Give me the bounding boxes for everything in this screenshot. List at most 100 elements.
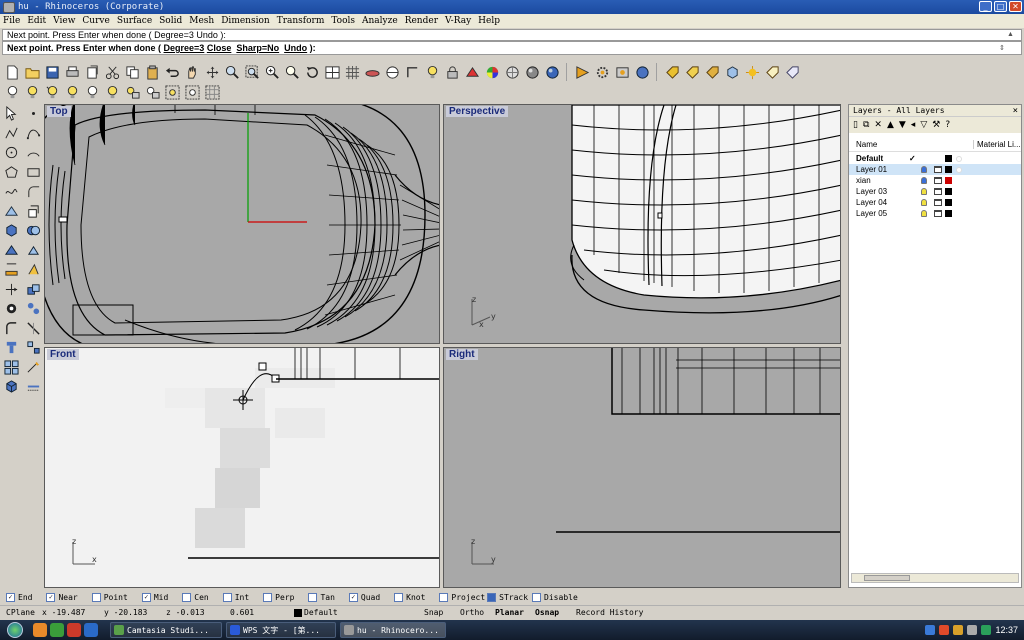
menu-vray[interactable]: V-Ray — [445, 16, 471, 26]
clock[interactable]: 12:37 — [995, 625, 1018, 635]
layer-row[interactable]: Default ✓ — [849, 153, 1021, 164]
osnap-strack[interactable]: STrack — [487, 593, 528, 602]
layer-color-swatch[interactable] — [945, 177, 952, 184]
help-tag-icon[interactable] — [783, 63, 802, 82]
vray-frame-buffer-icon[interactable] — [613, 63, 632, 82]
render-sphere-icon[interactable] — [503, 63, 522, 82]
cplane-icon[interactable] — [383, 63, 402, 82]
box-solid-icon[interactable] — [0, 221, 22, 240]
move-up-icon[interactable]: ▲ — [887, 120, 894, 130]
move-down-icon[interactable]: ▼ — [899, 120, 906, 130]
color-wheel-icon[interactable] — [483, 63, 502, 82]
light-icon[interactable] — [423, 63, 442, 82]
checkbox[interactable]: ✓ — [6, 593, 15, 602]
option-degree[interactable]: Degree=3 — [164, 43, 205, 53]
join-icon[interactable] — [0, 338, 22, 357]
osnap-mid[interactable]: ✓ Mid — [141, 593, 168, 602]
checkbox[interactable] — [91, 593, 101, 602]
select-car-icon[interactable] — [363, 63, 382, 82]
directional-light-icon[interactable] — [63, 83, 82, 102]
layer-lock-icon[interactable] — [934, 210, 942, 217]
layer-visibility-bulb-icon[interactable] — [921, 199, 927, 206]
tools-icon[interactable]: ⚒ — [932, 120, 940, 130]
circle-icon[interactable] — [0, 143, 22, 162]
osnap-perp[interactable]: Perp — [263, 593, 294, 602]
four-viewports-icon[interactable] — [323, 63, 342, 82]
box-blue-icon[interactable] — [723, 63, 742, 82]
tag-white-icon[interactable] — [763, 63, 782, 82]
layer-visibility-bulb-icon[interactable] — [921, 210, 927, 217]
explode-icon[interactable] — [22, 338, 44, 357]
command-prompt[interactable]: Next point. Press Enter when done ( Degr… — [2, 41, 1022, 55]
status-record-history[interactable]: Record History — [576, 608, 643, 617]
zoom-window-icon[interactable] — [243, 63, 262, 82]
quicklaunch-icon[interactable] — [50, 623, 64, 637]
layers-horizontal-scrollbar[interactable] — [851, 573, 1019, 583]
print-icon[interactable] — [63, 63, 82, 82]
column-name[interactable]: Name — [856, 140, 877, 149]
copy-props-icon[interactable] — [83, 63, 102, 82]
viewport-label-front[interactable]: Front — [47, 349, 79, 360]
copy-icon[interactable] — [123, 63, 142, 82]
osnap-int[interactable]: Int — [222, 593, 249, 602]
layer-lock-icon[interactable] — [934, 199, 942, 206]
menu-analyze[interactable]: Analyze — [362, 16, 398, 26]
osnap-disable[interactable]: Disable — [532, 593, 578, 602]
cube-3d-icon[interactable] — [0, 377, 22, 396]
rotate-view-icon[interactable] — [203, 63, 222, 82]
lights-off-icon[interactable] — [83, 83, 102, 102]
light-grid-icon[interactable] — [203, 83, 222, 102]
polyline-icon[interactable] — [0, 124, 22, 143]
spotlight-icon[interactable] — [23, 83, 42, 102]
task-wps[interactable]: WPS 文字 - [第... — [226, 622, 336, 638]
checkbox[interactable] — [487, 593, 497, 602]
layer-color-swatch[interactable] — [945, 155, 952, 162]
menu-file[interactable]: File — [3, 16, 20, 26]
viewport-front[interactable]: Front z x — [44, 347, 440, 588]
menu-solid[interactable]: Solid — [159, 16, 182, 26]
light-lock-icon[interactable] — [123, 83, 142, 102]
help-icon[interactable]: ? — [945, 120, 950, 130]
freeform-icon[interactable] — [0, 182, 22, 201]
osnap-cen[interactable]: Cen — [182, 593, 209, 602]
move-icon[interactable] — [0, 280, 22, 299]
text-object-icon[interactable] — [22, 260, 44, 279]
copy-object-icon[interactable] — [22, 280, 44, 299]
light-unlock-icon[interactable] — [143, 83, 162, 102]
checkbox[interactable]: ✓ — [141, 593, 151, 602]
checkbox[interactable] — [439, 593, 449, 602]
boolean-icon[interactable] — [22, 221, 44, 240]
dotted-dimension-icon[interactable] — [22, 377, 44, 396]
prompt-scroll-arrows[interactable]: ⇕ — [999, 43, 1007, 55]
fillet-curve-icon[interactable] — [22, 182, 44, 201]
light-on-icon[interactable] — [103, 83, 122, 102]
menu-mesh[interactable]: Mesh — [189, 16, 214, 26]
menu-surface[interactable]: Surface — [117, 16, 152, 26]
checkbox[interactable] — [532, 593, 542, 602]
layer-material-icon[interactable] — [956, 155, 962, 162]
shaded-sphere-icon[interactable] — [523, 63, 542, 82]
status-layer[interactable]: Default — [294, 608, 338, 617]
osnap-tan[interactable]: Tan — [308, 593, 335, 602]
layer-lock-icon[interactable] — [934, 188, 942, 195]
layer-color-swatch[interactable] — [945, 166, 952, 173]
filter-icon[interactable]: ▽ — [920, 120, 927, 130]
scale-object-icon[interactable] — [22, 299, 44, 318]
input-method-icon[interactable] — [981, 625, 992, 635]
layer-color-swatch[interactable] — [945, 210, 952, 217]
point-light-icon[interactable] — [43, 83, 62, 102]
pan-hand-icon[interactable] — [183, 63, 202, 82]
quicklaunch-icon[interactable] — [84, 623, 98, 637]
grid-icon[interactable] — [343, 63, 362, 82]
paste-icon[interactable] — [143, 63, 162, 82]
menu-edit[interactable]: Edit — [27, 16, 46, 26]
menu-render[interactable]: Render — [405, 16, 438, 26]
layer-row[interactable]: Layer 05 — [849, 208, 1021, 219]
layer-row[interactable]: Layer 01 — [849, 164, 1021, 175]
open-folder-icon[interactable] — [23, 63, 42, 82]
layer-color-swatch[interactable] — [945, 199, 952, 206]
layer-lock-icon[interactable] — [934, 177, 942, 184]
checkbox[interactable] — [308, 593, 318, 602]
tag-gold-icon[interactable] — [663, 63, 682, 82]
polygon-icon[interactable] — [0, 163, 22, 182]
